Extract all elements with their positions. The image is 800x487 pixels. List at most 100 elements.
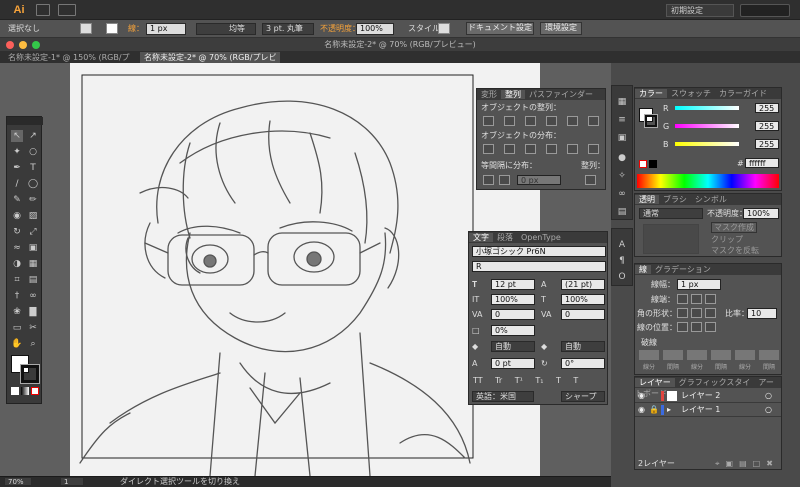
bevel-join-icon[interactable] <box>705 308 716 318</box>
gap-3-field[interactable] <box>759 350 779 360</box>
minimize-window-icon[interactable] <box>19 41 27 49</box>
r-slider[interactable] <box>675 106 739 110</box>
hex-field[interactable]: ffffff <box>745 158 779 168</box>
opacity-field[interactable]: 100% <box>356 23 394 35</box>
g-slider[interactable] <box>675 124 739 128</box>
baseline-shift-field[interactable]: 0 pt <box>491 358 535 369</box>
distribute-right-icon[interactable] <box>588 144 599 154</box>
transparency-opacity-field[interactable]: 100% <box>743 208 779 219</box>
weight-field[interactable]: 1 px <box>677 279 721 290</box>
close-window-icon[interactable] <box>6 41 14 49</box>
gap-1-field[interactable] <box>663 350 683 360</box>
round-join-icon[interactable] <box>691 308 702 318</box>
tab-graphic-styles[interactable]: グラフィックスタイ <box>675 378 755 387</box>
stroke-width-field[interactable]: 1 px <box>146 23 186 35</box>
tab-document-2[interactable]: 名称未設定-2* @ 70% (RGB/プレビュー) <box>140 52 280 73</box>
gradient-tool-icon[interactable]: ▤ <box>27 274 39 286</box>
g-value-field[interactable]: 255 <box>755 121 779 131</box>
transform-panel-icon[interactable]: ▦ <box>616 96 628 108</box>
line-tool-icon[interactable]: / <box>11 178 23 190</box>
distribute-vcenter-icon[interactable] <box>504 144 515 154</box>
artboard-navigator[interactable]: 1 <box>60 477 84 486</box>
graph-tool-icon[interactable]: ▇ <box>27 306 39 318</box>
distribute-left-icon[interactable] <box>546 144 557 154</box>
font-size-field[interactable]: 12 pt <box>491 279 535 290</box>
dash-2-field[interactable] <box>687 350 707 360</box>
round-cap-icon[interactable] <box>691 294 702 304</box>
lock-icon[interactable]: 🔒 <box>649 403 659 416</box>
make-clipping-mask-icon[interactable]: ▣ <box>726 459 734 469</box>
lasso-icon[interactable]: ○ <box>27 146 39 158</box>
fill-swatch[interactable] <box>80 23 92 34</box>
pen-tool-icon[interactable]: ✒ <box>11 162 23 174</box>
font-style-field[interactable]: R <box>472 261 606 272</box>
align-top-icon[interactable] <box>546 116 557 126</box>
hand-tool-icon[interactable]: ✋ <box>11 338 23 350</box>
tab-document-1[interactable]: 名称未設定-1* @ 150% (RGB/プレビュー) <box>4 52 134 73</box>
tsume-field[interactable]: 0% <box>491 325 535 336</box>
align-to-dropdown[interactable] <box>585 175 596 185</box>
color-spectrum[interactable] <box>637 174 779 188</box>
tab-swatches[interactable]: スウォッチ <box>667 89 715 98</box>
aki-left-dropdown[interactable]: 自動 <box>491 341 535 352</box>
bridge-icon[interactable] <box>36 4 50 16</box>
style-swatch[interactable] <box>438 23 450 34</box>
brush-dropdown[interactable]: 3 pt. 丸筆 <box>262 23 314 35</box>
type-tool-icon[interactable]: T <box>27 162 39 174</box>
magic-wand-icon[interactable]: ✦ <box>11 146 23 158</box>
distribute-vspace-icon[interactable] <box>483 175 494 185</box>
clip-checkbox[interactable]: クリップ <box>711 235 743 245</box>
gap-2-field[interactable] <box>711 350 731 360</box>
tab-symbols[interactable]: シンボル <box>691 195 731 204</box>
align-bottom-icon[interactable] <box>588 116 599 126</box>
tab-gradient[interactable]: グラデーション <box>651 265 715 274</box>
align-left-icon[interactable] <box>483 116 494 126</box>
tab-color-guide[interactable]: カラーガイド <box>715 89 771 98</box>
color-mode-icon[interactable] <box>11 387 19 395</box>
tab-paragraph[interactable]: 段落 <box>493 233 517 242</box>
tab-brushes[interactable]: ブラシ <box>659 195 691 204</box>
expand-arrow-icon[interactable]: ▸ <box>667 403 671 416</box>
artboard-tool-icon[interactable]: ▭ <box>11 322 23 334</box>
opentype-panel-icon[interactable]: O <box>616 271 628 283</box>
align-right-icon[interactable] <box>525 116 536 126</box>
gradient-mode-icon[interactable] <box>21 387 29 395</box>
projecting-cap-icon[interactable] <box>705 294 716 304</box>
tab-transform[interactable]: 変形 <box>477 90 501 99</box>
stroke-swatch[interactable] <box>106 23 118 34</box>
zoom-level-field[interactable]: 70% <box>4 477 32 486</box>
tab-color[interactable]: カラー <box>635 89 667 98</box>
new-sublayer-icon[interactable]: ▤ <box>739 459 747 469</box>
scale-tool-icon[interactable]: ⤢ <box>27 226 39 238</box>
pencil-icon[interactable]: ✏ <box>27 194 39 206</box>
tab-character[interactable]: 文字 <box>469 233 493 242</box>
ellipse-tool-icon[interactable]: ◯ <box>27 178 39 190</box>
spacing-field[interactable]: 0 px <box>517 175 561 185</box>
align-hcenter-icon[interactable] <box>504 116 515 126</box>
symbols-panel-icon[interactable]: ∞ <box>616 188 628 200</box>
tab-stroke[interactable]: 線 <box>635 265 651 274</box>
workspace-switcher[interactable]: 初期設定 <box>666 4 734 17</box>
align-inside-stroke-icon[interactable] <box>691 322 702 332</box>
align-center-stroke-icon[interactable] <box>677 322 688 332</box>
zoom-tool-icon[interactable]: ⌕ <box>27 338 39 350</box>
appearance-panel-icon[interactable]: ● <box>616 152 628 164</box>
color-stroke-swatch[interactable] <box>644 114 658 128</box>
perspective-grid-icon[interactable]: ▦ <box>27 258 39 270</box>
stroke-color-swatch[interactable] <box>20 364 40 384</box>
align-outside-stroke-icon[interactable] <box>705 322 716 332</box>
distribute-bottom-icon[interactable] <box>525 144 536 154</box>
character-panel-icon[interactable]: A <box>616 239 628 251</box>
delete-layer-icon[interactable]: ✖ <box>766 459 773 469</box>
eyedropper-icon[interactable]: † <box>11 290 23 302</box>
free-transform-icon[interactable]: ▣ <box>27 242 39 254</box>
vertical-scale-field[interactable]: 100% <box>491 294 535 305</box>
new-layer-icon[interactable]: □ <box>753 459 761 469</box>
search-field[interactable] <box>740 4 790 17</box>
leading-field[interactable]: (21 pt) <box>561 279 605 290</box>
opacity-label[interactable]: 不透明度： <box>320 24 360 34</box>
visibility-eye-icon[interactable]: ◉ <box>638 389 645 402</box>
stroke-label[interactable]: 線： <box>128 24 144 34</box>
target-circle-icon[interactable]: ○ <box>765 389 772 402</box>
tab-transparency[interactable]: 透明 <box>635 195 659 204</box>
